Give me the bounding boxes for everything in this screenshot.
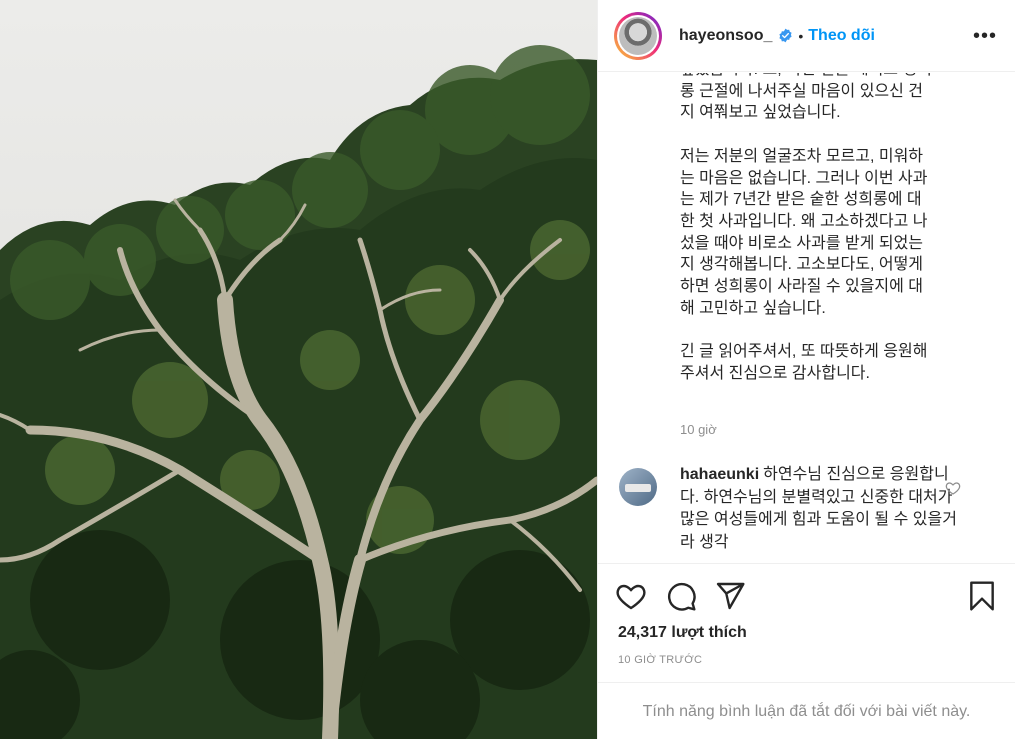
separator-dot: • <box>798 27 804 44</box>
post-date[interactable]: 10 GIỜ TRƯỚC <box>618 654 702 666</box>
comment-like-heart-icon[interactable] <box>945 480 961 496</box>
profile-avatar[interactable] <box>614 11 662 60</box>
comments-disabled-notice: Tính năng bình luận đã tắt đối với bài v… <box>598 682 1015 740</box>
more-options-icon[interactable]: ••• <box>973 26 997 46</box>
likes-count[interactable]: 24,317 lượt thích <box>618 624 747 642</box>
follow-button[interactable]: Theo dõi <box>808 27 875 45</box>
post-header: hayeonsoo_ • Theo dõi ••• <box>598 0 1015 72</box>
caption-timestamp[interactable]: 10 giờ <box>680 422 717 437</box>
comment-icon[interactable] <box>665 580 697 612</box>
share-icon[interactable] <box>714 580 746 612</box>
verified-badge-icon <box>779 28 792 43</box>
post-side-panel: hayeonsoo_ • Theo dõi ••• 싶었습니다. 또, 이번 일… <box>597 0 1015 739</box>
commenter-avatar[interactable] <box>619 468 657 506</box>
post-photo[interactable] <box>0 0 597 739</box>
bookmark-icon[interactable] <box>966 580 998 612</box>
post-actions-bar <box>598 563 1015 624</box>
avatar-image <box>619 16 657 55</box>
post-caption: 싶었습니다. 또, 이번 일을 계기로 성희 롱 근절에 나서주실 마음이 있으… <box>680 73 932 382</box>
comments-section[interactable]: 싶었습니다. 또, 이번 일을 계기로 성희 롱 근절에 나서주실 마음이 있으… <box>598 73 1015 563</box>
commenter-username[interactable]: hahaeunki <box>680 466 759 483</box>
instagram-post: hayeonsoo_ • Theo dõi ••• 싶었습니다. 또, 이번 일… <box>0 0 1015 739</box>
heart-icon[interactable] <box>615 580 647 612</box>
username-link[interactable]: hayeonsoo_ <box>679 27 772 45</box>
forest-tree-photo <box>0 0 597 739</box>
comment-body: hahaeunki 하연수님 진심으로 응원합니다. 하연수님의 분별력있고 신중… <box>680 464 960 555</box>
